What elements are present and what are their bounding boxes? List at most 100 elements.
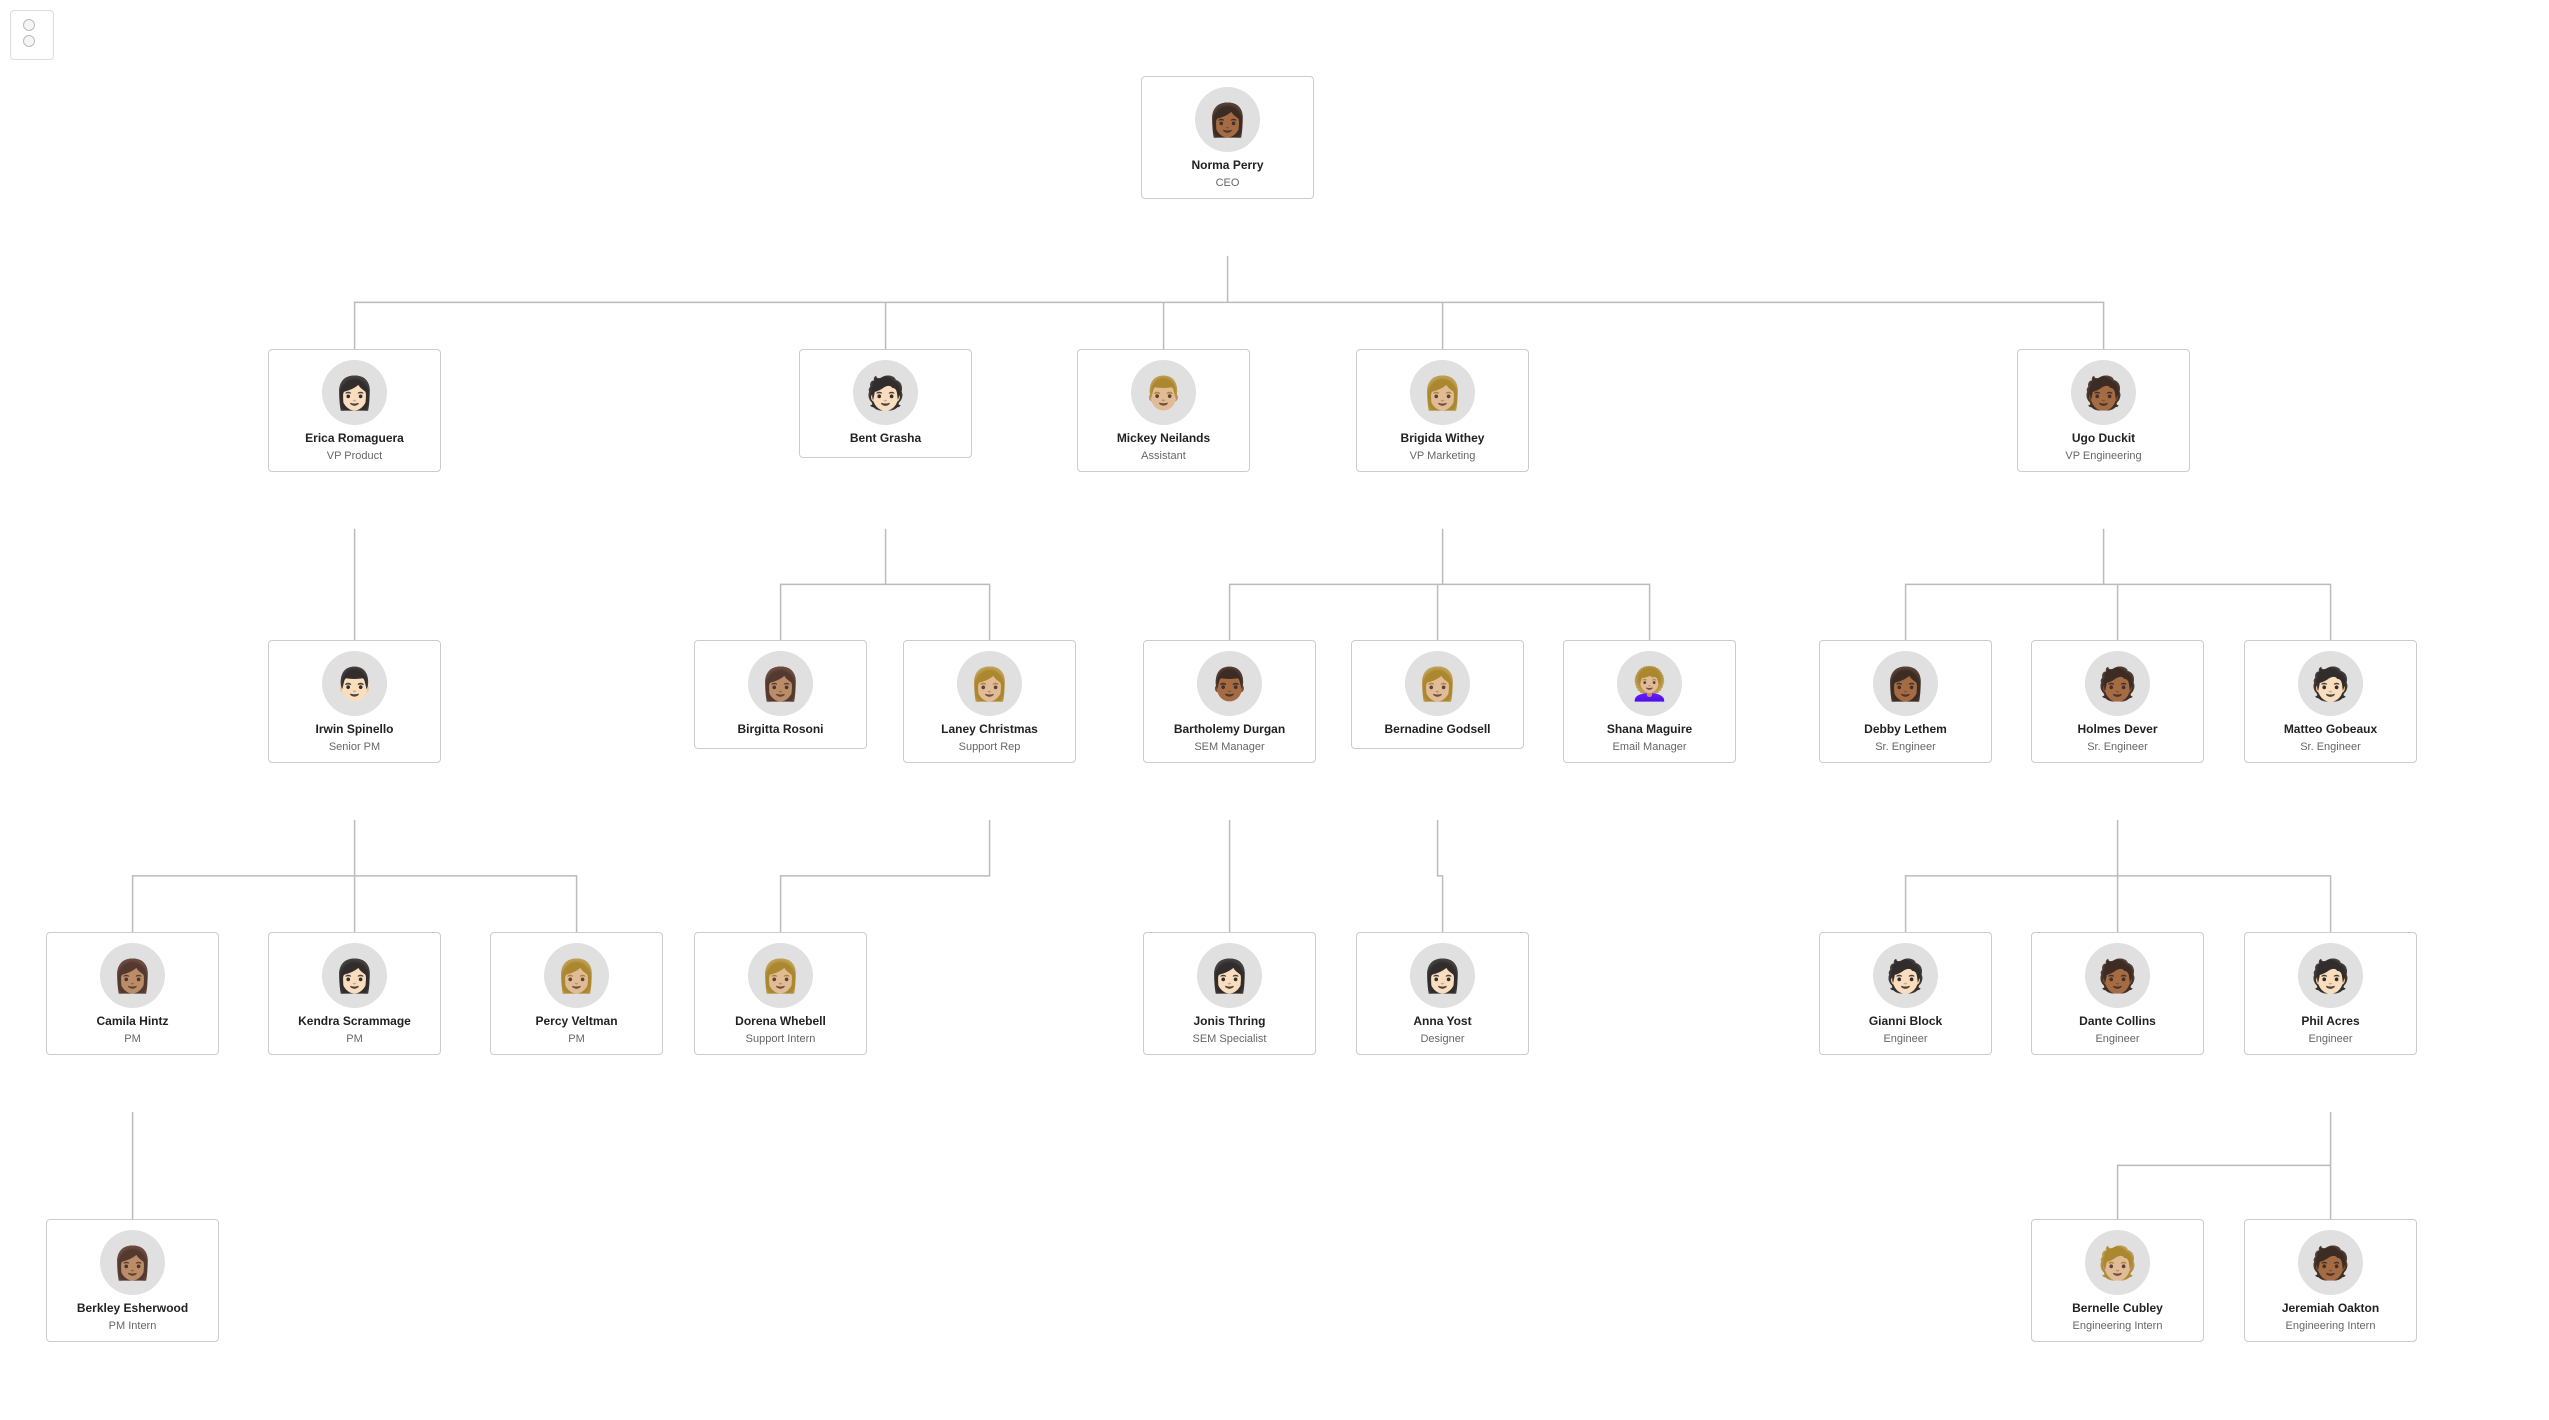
avatar-emoji-bent: 🧑🏻 [866,377,906,409]
role-camila: PM [124,1032,141,1046]
name-dorena: Dorena Whebell [735,1014,826,1030]
node-brigida[interactable]: 👩🏼Brigida WitheyVP Marketing [1356,349,1529,472]
role-norma: CEO [1216,176,1240,190]
avatar-emoji-erica: 👩🏻 [335,377,375,409]
name-debby: Debby Lethem [1864,722,1947,738]
node-bent[interactable]: 🧑🏻 Bent Grasha [799,349,972,458]
node-debby[interactable]: 👩🏾Debby LethemSr. Engineer [1819,640,1992,763]
node-gianni[interactable]: 🧑🏻Gianni BlockEngineer [1819,932,1992,1055]
avatar-emoji-brigida: 👩🏼 [1423,377,1463,409]
avatar-norma: 👩🏾 [1195,87,1260,152]
name-berkley: Berkley Esherwood [77,1301,188,1317]
avatar-matteo: 🧑🏻 [2298,651,2363,716]
avatar-emoji-laney: 👩🏼 [970,668,1010,700]
avatar-kendra: 👩🏻 [322,943,387,1008]
role-holmes: Sr. Engineer [2087,740,2148,754]
avatar-camila: 👩🏽 [100,943,165,1008]
role-laney: Support Rep [959,740,1021,754]
legend-color-2 [23,35,35,47]
name-bartholemy: Bartholemy Durgan [1174,722,1285,738]
node-bartholemy[interactable]: 👨🏾 Bartholemy Durgan SEM Manager [1143,640,1316,763]
avatar-bernadine: 👩🏼 [1405,651,1470,716]
avatar-emoji-ugo: 🧑🏾 [2084,377,2124,409]
avatar-emoji-bernelle: 🧑🏼 [2098,1247,2138,1279]
node-bernelle[interactable]: 🧑🏼Bernelle CubleyEngineering Intern [2031,1219,2204,1342]
node-laney[interactable]: 👩🏼Laney ChristmasSupport Rep [903,640,1076,763]
role-bartholemy: SEM Manager [1194,740,1264,754]
node-camila[interactable]: 👩🏽 Camila Hintz PM [46,932,219,1055]
name-jeremiah: Jeremiah Oakton [2282,1301,2379,1317]
avatar-emoji-camila: 👩🏽 [113,960,153,992]
avatar-emoji-phil: 🧑🏻 [2311,960,2351,992]
avatar-erica: 👩🏻 [322,360,387,425]
node-shana[interactable]: 👩🏼‍🦱Shana MaguireEmail Manager [1563,640,1736,763]
name-jonis: Jonis Thring [1194,1014,1266,1030]
node-norma[interactable]: 👩🏾 Norma Perry CEO [1141,76,1314,199]
avatar-emoji-gianni: 🧑🏻 [1886,960,1926,992]
name-ugo: Ugo Duckit [2072,431,2135,447]
avatar-dante: 🧑🏾 [2085,943,2150,1008]
role-kendra: PM [346,1032,363,1046]
avatar-emoji-bartholemy: 👨🏾 [1210,668,1250,700]
node-dorena[interactable]: 👩🏼Dorena WhebellSupport Intern [694,932,867,1055]
node-jonis[interactable]: 👩🏻 Jonis Thring SEM Specialist [1143,932,1316,1055]
name-kendra: Kendra Scrammage [298,1014,411,1030]
name-anna: Anna Yost [1413,1014,1471,1030]
node-ugo[interactable]: 🧑🏾 Ugo Duckit VP Engineering [2017,349,2190,472]
role-bernelle: Engineering Intern [2073,1319,2163,1333]
role-irwin: Senior PM [329,740,380,754]
avatar-shana: 👩🏼‍🦱 [1617,651,1682,716]
avatar-emoji-matteo: 🧑🏻 [2311,668,2351,700]
name-irwin: Irwin Spinello [315,722,393,738]
name-camila: Camila Hintz [96,1014,168,1030]
name-phil: Phil Acres [2301,1014,2359,1030]
name-bent: Bent Grasha [850,431,921,447]
avatar-birgitta: 👩🏽 [748,651,813,716]
node-berkley[interactable]: 👩🏽 Berkley Esherwood PM Intern [46,1219,219,1342]
node-birgitta[interactable]: 👩🏽Birgitta Rosoni [694,640,867,749]
name-erica: Erica Romaguera [305,431,404,447]
node-anna[interactable]: 👩🏻Anna YostDesigner [1356,932,1529,1055]
node-matteo[interactable]: 🧑🏻 Matteo Gobeaux Sr. Engineer [2244,640,2417,763]
node-kendra[interactable]: 👩🏻 Kendra Scrammage PM [268,932,441,1055]
node-dante[interactable]: 🧑🏾 Dante Collins Engineer [2031,932,2204,1055]
name-dante: Dante Collins [2079,1014,2156,1030]
role-brigida: VP Marketing [1410,449,1476,463]
legend-item-1 [23,19,41,31]
name-matteo: Matteo Gobeaux [2284,722,2377,738]
avatar-laney: 👩🏼 [957,651,1022,716]
avatar-emoji-berkley: 👩🏽 [113,1247,153,1279]
name-holmes: Holmes Dever [2077,722,2157,738]
name-gianni: Gianni Block [1869,1014,1942,1030]
legend-item-2 [23,35,41,47]
role-anna: Designer [1420,1032,1464,1046]
avatar-emoji-dante: 🧑🏾 [2098,960,2138,992]
node-jeremiah[interactable]: 🧑🏾Jeremiah OaktonEngineering Intern [2244,1219,2417,1342]
node-erica[interactable]: 👩🏻Erica RomagueraVP Product [268,349,441,472]
avatar-bartholemy: 👨🏾 [1197,651,1262,716]
avatar-emoji-dorena: 👩🏼 [761,960,801,992]
role-debby: Sr. Engineer [1875,740,1936,754]
name-mickey: Mickey Neilands [1117,431,1210,447]
node-bernadine[interactable]: 👩🏼 Bernadine Godsell [1351,640,1524,749]
node-holmes[interactable]: 🧑🏾Holmes DeverSr. Engineer [2031,640,2204,763]
avatar-mickey: 👨🏼 [1131,360,1196,425]
avatar-brigida: 👩🏼 [1410,360,1475,425]
role-dante: Engineer [2095,1032,2139,1046]
node-mickey[interactable]: 👨🏼Mickey NeilandsAssistant [1077,349,1250,472]
avatar-emoji-percy: 👩🏼 [557,960,597,992]
role-jonis: SEM Specialist [1193,1032,1267,1046]
node-phil[interactable]: 🧑🏻 Phil Acres Engineer [2244,932,2417,1055]
name-norma: Norma Perry [1191,158,1263,174]
avatar-emoji-kendra: 👩🏻 [335,960,375,992]
role-berkley: PM Intern [109,1319,157,1333]
node-percy[interactable]: 👩🏼Percy VeltmanPM [490,932,663,1055]
role-matteo: Sr. Engineer [2300,740,2361,754]
legend [10,10,54,60]
name-bernadine: Bernadine Godsell [1384,722,1490,738]
role-ugo: VP Engineering [2065,449,2141,463]
role-phil: Engineer [2308,1032,2352,1046]
avatar-irwin: 👨🏻 [322,651,387,716]
node-irwin[interactable]: 👨🏻 Irwin Spinello Senior PM [268,640,441,763]
avatar-emoji-jonis: 👩🏻 [1210,960,1250,992]
